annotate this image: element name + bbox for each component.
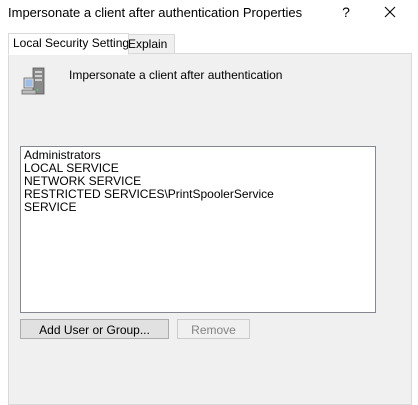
window-title: Impersonate a client after authenticatio… — [8, 5, 303, 20]
title-bar: Impersonate a client after authenticatio… — [0, 0, 418, 26]
list-item[interactable]: SERVICE — [21, 201, 375, 214]
add-user-or-group-button[interactable]: Add User or Group... — [20, 319, 169, 339]
server-icon — [21, 67, 45, 95]
policy-name: Impersonate a client after authenticatio… — [69, 68, 283, 82]
tab-explain[interactable]: Explain — [123, 34, 175, 54]
help-button[interactable]: ? — [336, 1, 356, 23]
close-icon — [384, 6, 396, 18]
tab-local-security-setting[interactable]: Local Security Setting — [8, 33, 129, 55]
close-button[interactable] — [376, 1, 404, 23]
accounts-listbox[interactable]: Administrators LOCAL SERVICE NETWORK SER… — [20, 146, 376, 313]
remove-button[interactable]: Remove — [177, 319, 250, 339]
